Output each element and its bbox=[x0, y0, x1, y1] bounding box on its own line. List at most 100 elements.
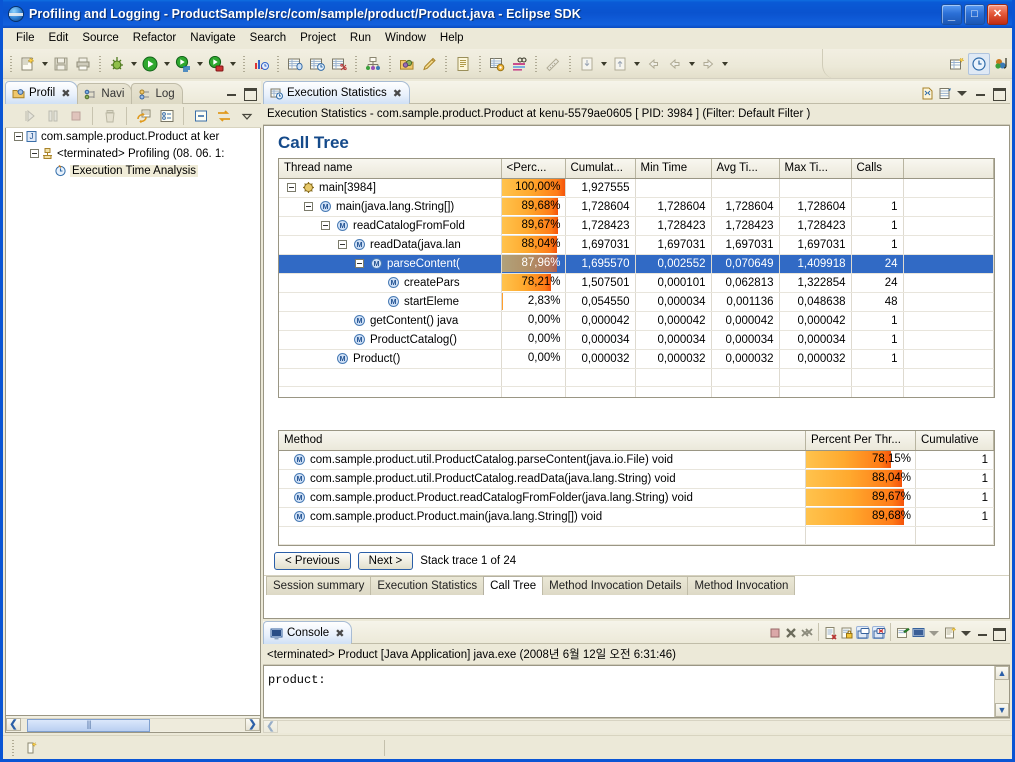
tree-row[interactable]: Execution Time Analysis bbox=[6, 162, 260, 179]
close-icon[interactable]: ✖ bbox=[393, 87, 402, 100]
new-wizard-icon[interactable] bbox=[17, 53, 39, 75]
tree-row[interactable]: J com.sample.product.Product at ker bbox=[6, 128, 260, 145]
toolbar-grip-5[interactable] bbox=[353, 54, 359, 74]
back-history-dropdown-icon[interactable] bbox=[686, 62, 697, 66]
tab-execution-statistics[interactable]: Execution Statistics bbox=[370, 576, 485, 595]
back-history-icon[interactable] bbox=[664, 53, 686, 75]
maximize-icon[interactable] bbox=[992, 626, 1006, 641]
open-profiling-icon[interactable] bbox=[250, 53, 272, 75]
profiling-perspective-icon[interactable] bbox=[968, 52, 990, 75]
tab-log[interactable]: Log bbox=[131, 83, 183, 104]
ruler-icon[interactable] bbox=[542, 53, 564, 75]
chevron-down-icon[interactable] bbox=[956, 86, 969, 99]
refresh-views-icon[interactable] bbox=[133, 106, 154, 126]
tab-session-summary[interactable]: Session summary bbox=[266, 576, 372, 595]
thread-analysis-icon[interactable] bbox=[362, 53, 384, 75]
print-icon[interactable] bbox=[72, 53, 94, 75]
profiling-monitor-tree[interactable]: J com.sample.product.Product at ker <ter… bbox=[5, 128, 261, 716]
toolbar-grip-7[interactable] bbox=[443, 54, 449, 74]
execution-statistics-icon[interactable] bbox=[306, 53, 328, 75]
collapse-all-icon[interactable] bbox=[190, 106, 211, 126]
maximize-button[interactable]: □ bbox=[964, 3, 985, 25]
coverage-statistics-icon[interactable] bbox=[328, 53, 350, 75]
menu-source[interactable]: Source bbox=[75, 30, 125, 46]
open-type-icon[interactable] bbox=[396, 53, 418, 75]
maximize-icon[interactable] bbox=[992, 86, 1006, 101]
maximize-icon[interactable] bbox=[243, 86, 257, 101]
build-icon[interactable] bbox=[486, 53, 508, 75]
pin-console-icon[interactable] bbox=[896, 626, 910, 639]
table-row[interactable]: Mcom.sample.product.Product.main(java.la… bbox=[279, 507, 994, 527]
new-table-icon[interactable] bbox=[946, 53, 968, 75]
profile-dropdown-icon[interactable] bbox=[194, 62, 205, 66]
close-button[interactable]: ✕ bbox=[987, 3, 1008, 25]
scroll-left-button[interactable]: ❮ bbox=[6, 717, 21, 731]
chevron-down-icon[interactable] bbox=[960, 626, 973, 639]
console-vertical-scrollbar[interactable]: ▲ ▼ bbox=[994, 666, 1009, 717]
console-output-area[interactable]: product: ▲ ▼ bbox=[263, 665, 1010, 718]
new-wizard-dropdown-icon[interactable] bbox=[39, 62, 50, 66]
tab-call-tree[interactable]: Call Tree bbox=[483, 576, 544, 595]
menu-search[interactable]: Search bbox=[243, 30, 293, 46]
view-menu-icon[interactable] bbox=[938, 86, 951, 99]
toolbar-grip-6[interactable] bbox=[387, 54, 393, 74]
resume-icon[interactable] bbox=[19, 106, 40, 126]
sync-icon[interactable] bbox=[213, 106, 234, 126]
menu-help[interactable]: Help bbox=[433, 30, 471, 46]
forward-history-dropdown-icon[interactable] bbox=[719, 62, 730, 66]
scroll-right-button[interactable]: ❯ bbox=[245, 717, 260, 731]
toolbar-grip-9[interactable] bbox=[533, 54, 539, 74]
table-row[interactable]: main[3984] 100,00% 1,927555 bbox=[279, 178, 994, 198]
show-console-icon[interactable] bbox=[856, 625, 870, 639]
restore-icon[interactable] bbox=[920, 86, 933, 99]
column-percent[interactable]: <Perc... bbox=[501, 159, 566, 179]
tab-console[interactable]: Console ✖ bbox=[263, 621, 353, 644]
back-icon[interactable] bbox=[642, 53, 664, 75]
menu-refactor[interactable]: Refactor bbox=[126, 30, 183, 46]
expand-toggle-icon[interactable] bbox=[12, 132, 25, 141]
expand-toggle-icon[interactable] bbox=[28, 149, 41, 158]
debug-dropdown-icon[interactable] bbox=[128, 62, 139, 66]
toolbar-grip-3[interactable] bbox=[241, 54, 247, 74]
table-row[interactable]: Mcom.sample.product.util.ProductCatalog.… bbox=[279, 469, 994, 489]
profile-icon[interactable] bbox=[172, 53, 194, 75]
menu-file[interactable]: File bbox=[9, 30, 42, 46]
open-console-icon[interactable] bbox=[944, 626, 957, 639]
chevron-down-icon[interactable] bbox=[928, 626, 941, 639]
table-row[interactable]: MreadCatalogFromFold 89,67% 1,728423 1,7284… bbox=[279, 216, 994, 236]
export-icon[interactable] bbox=[609, 53, 631, 75]
toolbar-grip-10[interactable] bbox=[567, 54, 573, 74]
glasses-icon[interactable] bbox=[508, 53, 530, 75]
column-percent-per-thread[interactable]: Percent Per Thr... bbox=[805, 431, 916, 451]
tab-method-invocation[interactable]: Method Invocation bbox=[687, 576, 796, 595]
menu-project[interactable]: Project bbox=[293, 30, 343, 46]
search-icon[interactable] bbox=[418, 53, 440, 75]
remove-launch-icon[interactable] bbox=[784, 626, 797, 639]
minimize-button[interactable]: _ bbox=[941, 3, 962, 25]
remove-all-launches-icon[interactable] bbox=[800, 626, 813, 639]
scroll-track[interactable] bbox=[995, 680, 1009, 703]
table-row[interactable]: MparseContent(87,96% 1,695570 0,002552 0,07… bbox=[279, 254, 994, 274]
minimize-icon[interactable] bbox=[974, 86, 987, 99]
delete-icon[interactable] bbox=[99, 106, 120, 126]
tab-execution-statistics[interactable]: Execution Statistics ✖ bbox=[263, 81, 410, 104]
memory-statistics-icon[interactable] bbox=[284, 53, 306, 75]
table-row[interactable]: Mcom.sample.product.util.ProductCatalog.… bbox=[279, 450, 994, 470]
tab-method-invocation-details[interactable]: Method Invocation Details bbox=[542, 576, 689, 595]
console-horizontal-scrollbar[interactable]: ❮ bbox=[263, 718, 1010, 733]
table-row[interactable]: M ProductCatalog() 0,00% 0,000034 0,000034 0,… bbox=[279, 330, 994, 350]
terminate-icon[interactable] bbox=[65, 106, 86, 126]
expand-toggle-icon[interactable] bbox=[319, 221, 332, 230]
run-icon[interactable] bbox=[139, 53, 161, 75]
table-row[interactable]: McreatePars 78,21% 1,507501 0,000101 0,06281… bbox=[279, 273, 994, 293]
table-row[interactable]: M Product() 0,00% 0,000032 0,000032 0,000032 0… bbox=[279, 349, 994, 369]
show-details-icon[interactable] bbox=[156, 106, 177, 126]
toolbar-grip[interactable] bbox=[8, 54, 14, 74]
import-dropdown-icon[interactable] bbox=[598, 62, 609, 66]
scroll-track[interactable] bbox=[21, 717, 245, 732]
call-tree-table[interactable]: Thread name <Perc... Cumulat... Min Time… bbox=[278, 158, 995, 398]
expand-toggle-icon[interactable] bbox=[353, 259, 366, 268]
column-calls[interactable]: Calls bbox=[851, 159, 904, 179]
table-row[interactable]: MgetContent() java 0,00% 0,000042 0,000042 0… bbox=[279, 311, 994, 331]
new-java-file-icon[interactable] bbox=[452, 53, 474, 75]
